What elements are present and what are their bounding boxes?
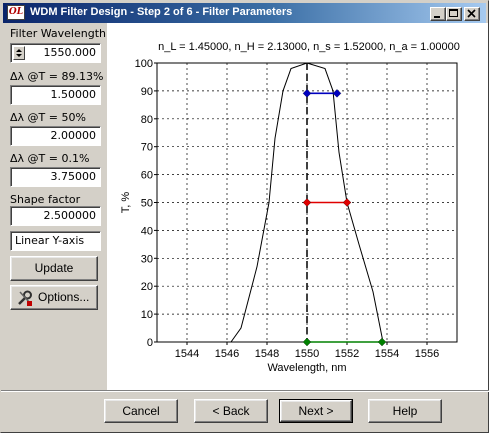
x-tick-label: 1546 — [215, 348, 239, 360]
filter-wavelength-label: Filter Wavelength: — [10, 27, 110, 40]
x-tick-label: 1544 — [175, 348, 199, 360]
shape-factor-field[interactable]: 2.500000 — [10, 206, 101, 226]
cancel-button[interactable]: Cancel — [104, 399, 178, 423]
bw-8913-field[interactable]: 1.50000 — [10, 85, 101, 105]
x-tick-label: 1554 — [375, 348, 399, 360]
update-button[interactable]: Update — [10, 256, 98, 281]
filter-wavelength-field[interactable]: 1550.000 — [10, 43, 101, 63]
y-tick-label: 70 — [141, 142, 153, 154]
bw-01-label: Δλ @T = 0.1% — [10, 152, 90, 165]
bandwidth-marker-point — [377, 337, 387, 347]
options-button[interactable]: Options... — [10, 285, 98, 310]
close-button[interactable] — [464, 7, 480, 21]
x-tick-label: 1550 — [295, 348, 319, 360]
footer-separator-highlight — [1, 391, 489, 392]
wavelength-spinner[interactable] — [13, 46, 25, 60]
y-axis-label: T, % — [120, 192, 132, 214]
chart-panel: n_L = 1.45000, n_H = 2.13000, n_s = 1.52… — [107, 23, 488, 390]
bw-50-label: Δλ @T = 50% — [10, 111, 86, 124]
x-tick-label: 1552 — [335, 348, 359, 360]
y-tick-label: 100 — [135, 58, 153, 70]
x-axis-label: Wavelength, nm — [267, 362, 346, 374]
close-icon — [467, 9, 476, 18]
maximize-icon — [449, 9, 458, 17]
x-tick-label: 1556 — [415, 348, 439, 360]
tools-icon — [18, 290, 32, 306]
minimize-icon — [434, 16, 440, 18]
bw-50-field[interactable]: 2.00000 — [10, 126, 101, 146]
title-bar[interactable]: OL WDM Filter Design - Step 2 of 6 - Fil… — [3, 3, 486, 23]
parameters-panel: Filter Wavelength: 1550.000 Δλ @T = 89.1… — [1, 23, 110, 390]
bandwidth-marker-point — [302, 198, 312, 207]
y-tick-label: 80 — [141, 114, 153, 126]
bandwidth-marker-point — [302, 337, 312, 347]
help-button[interactable]: Help — [368, 399, 442, 423]
app-icon: OL — [7, 5, 25, 20]
y-tick-label: 30 — [141, 253, 153, 265]
y-tick-label: 90 — [141, 86, 153, 98]
bandwidth-marker-point — [332, 89, 342, 98]
back-button[interactable]: < Back — [194, 399, 268, 423]
chart-title: n_L = 1.45000, n_H = 2.13000, n_s = 1.52… — [158, 41, 460, 53]
spinner-arrows-icon — [16, 49, 22, 57]
shape-factor-label: Shape factor — [10, 193, 81, 206]
window-title: WDM Filter Design - Step 2 of 6 - Filter… — [30, 6, 293, 18]
options-label: Options... — [38, 290, 90, 304]
wizard-window: OL WDM Filter Design - Step 2 of 6 - Fil… — [0, 0, 489, 433]
y-tick-label: 50 — [141, 198, 153, 210]
y-tick-label: 20 — [141, 281, 153, 293]
y-tick-label: 40 — [141, 225, 153, 237]
bw-8913-label: Δλ @T = 89.13% — [10, 70, 104, 83]
y-tick-label: 10 — [141, 309, 153, 321]
bandwidth-marker-point — [342, 198, 352, 207]
next-button[interactable]: Next > — [279, 399, 353, 423]
y-tick-label: 60 — [141, 170, 153, 182]
bw-01-field[interactable]: 3.75000 — [10, 167, 101, 187]
y-axis-mode-field[interactable]: Linear Y-axis — [10, 231, 101, 251]
minimize-button[interactable] — [430, 7, 446, 21]
x-tick-label: 1548 — [255, 348, 279, 360]
filter-wavelength-value: 1550.000 — [43, 46, 97, 59]
y-tick-label: 0 — [147, 337, 153, 349]
maximize-button[interactable] — [446, 7, 462, 21]
bandwidth-marker-point — [302, 89, 312, 98]
transmission-chart: n_L = 1.45000, n_H = 2.13000, n_s = 1.52… — [120, 41, 460, 374]
